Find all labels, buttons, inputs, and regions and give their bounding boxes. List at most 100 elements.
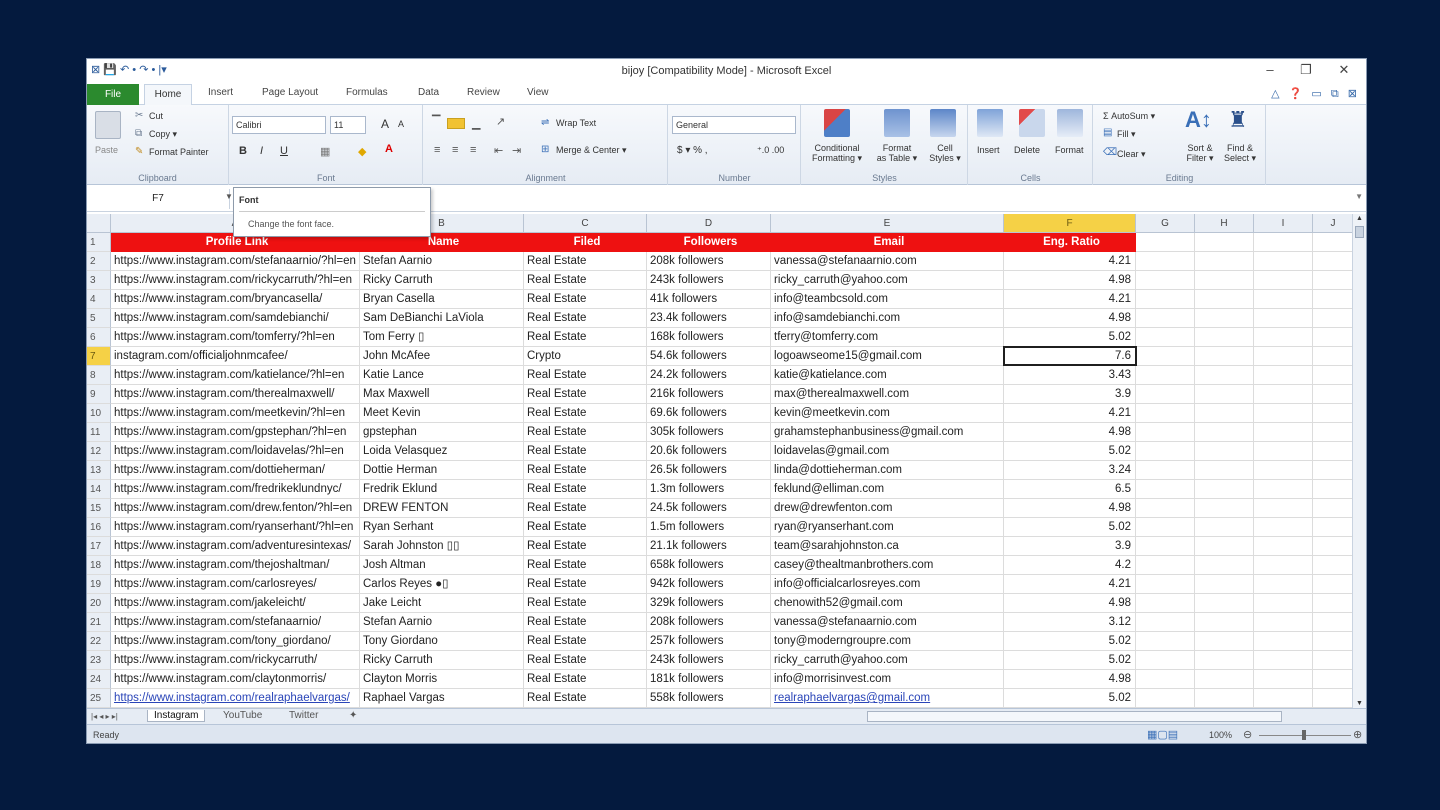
empty-cell[interactable] xyxy=(1313,575,1354,594)
cell-eng-ratio[interactable]: 4.21 xyxy=(1004,252,1136,271)
empty-cell[interactable] xyxy=(1313,328,1354,347)
format-as-table-button[interactable]: Format as Table ▾ xyxy=(870,143,924,163)
cell-eng-ratio[interactable]: 5.02 xyxy=(1004,518,1136,537)
scroll-down-icon[interactable]: ▼ xyxy=(1356,700,1363,707)
cell-email[interactable]: ricky_carruth@yahoo.com xyxy=(771,651,1004,670)
cell-filed[interactable]: Real Estate xyxy=(524,404,647,423)
cell-eng-ratio[interactable]: 4.98 xyxy=(1004,670,1136,689)
cell-filed[interactable]: Real Estate xyxy=(524,594,647,613)
scroll-up-icon[interactable]: ▲ xyxy=(1356,215,1363,222)
cell-eng-ratio[interactable]: 3.9 xyxy=(1004,537,1136,556)
align-bottom-icon[interactable]: ▁ xyxy=(472,117,480,130)
cell-filed[interactable]: Real Estate xyxy=(524,670,647,689)
cell-email[interactable]: info@teambcsold.com xyxy=(771,290,1004,309)
cell-name[interactable]: Sam DeBianchi LaViola xyxy=(360,309,524,328)
cell-filed[interactable]: Real Estate xyxy=(524,385,647,404)
empty-cell[interactable] xyxy=(1195,613,1254,632)
cell-profile-link[interactable]: https://www.instagram.com/gpstephan/?hl=… xyxy=(111,423,360,442)
row-number[interactable]: 23 xyxy=(87,651,111,670)
help-and-window-icons[interactable]: △ ❓ ▭ ⧉ ⊠ xyxy=(1271,87,1360,101)
zoom-level[interactable]: 100% xyxy=(1209,730,1232,740)
empty-cell[interactable] xyxy=(1254,366,1313,385)
formula-input[interactable] xyxy=(432,189,1350,209)
cell-followers[interactable]: 329k followers xyxy=(647,594,771,613)
cell-email[interactable]: info@officialcarlosreyes.com xyxy=(771,575,1004,594)
column-header-f[interactable]: F xyxy=(1004,214,1136,233)
cell-followers[interactable]: 21.1k followers xyxy=(647,537,771,556)
grow-font-button[interactable]: A xyxy=(381,117,389,131)
cell-name[interactable]: Ricky Carruth xyxy=(360,271,524,290)
expand-formula-bar-icon[interactable]: ▼ xyxy=(1355,192,1363,201)
cell-eng-ratio[interactable]: 3.24 xyxy=(1004,461,1136,480)
cell-eng-ratio[interactable]: 5.02 xyxy=(1004,689,1136,708)
row-number[interactable]: 20 xyxy=(87,594,111,613)
empty-cell[interactable] xyxy=(1254,328,1313,347)
empty-cell[interactable] xyxy=(1136,328,1195,347)
empty-cell[interactable] xyxy=(1195,594,1254,613)
cell-eng-ratio[interactable]: 4.2 xyxy=(1004,556,1136,575)
empty-cell[interactable] xyxy=(1136,309,1195,328)
cell-email[interactable]: vanessa@stefanaarnio.com xyxy=(771,613,1004,632)
cell-profile-link[interactable]: https://www.instagram.com/dottieherman/ xyxy=(111,461,360,480)
cell-profile-link[interactable]: https://www.instagram.com/tomferry/?hl=e… xyxy=(111,328,360,347)
empty-cell[interactable] xyxy=(1254,537,1313,556)
cell-name[interactable]: Stefan Aarnio xyxy=(360,252,524,271)
row-number[interactable]: 5 xyxy=(87,309,111,328)
empty-cell[interactable] xyxy=(1136,366,1195,385)
cell-profile-link[interactable]: https://www.instagram.com/jakeleicht/ xyxy=(111,594,360,613)
empty-cell[interactable] xyxy=(1254,594,1313,613)
empty-cell[interactable] xyxy=(1136,575,1195,594)
tab-formulas[interactable]: Formulas xyxy=(346,87,388,98)
empty-cell[interactable] xyxy=(1313,499,1354,518)
empty-cell[interactable] xyxy=(1136,499,1195,518)
empty-cell[interactable] xyxy=(1313,252,1354,271)
empty-cell[interactable] xyxy=(1136,290,1195,309)
empty-cell[interactable] xyxy=(1195,271,1254,290)
empty-cell[interactable] xyxy=(1313,423,1354,442)
empty-cell[interactable] xyxy=(1313,632,1354,651)
fill-color-icon[interactable]: ◆ xyxy=(358,145,366,158)
row-number[interactable]: 25 xyxy=(87,689,111,708)
row-number[interactable]: 11 xyxy=(87,423,111,442)
empty-cell[interactable] xyxy=(1195,480,1254,499)
cell-followers[interactable]: 658k followers xyxy=(647,556,771,575)
align-center-icon[interactable]: ≡ xyxy=(452,144,458,156)
zoom-out-icon[interactable]: ⊖ xyxy=(1243,728,1252,741)
decimal-buttons[interactable]: ⁺.0 .00 xyxy=(757,145,784,156)
cell-filed[interactable]: Real Estate xyxy=(524,613,647,632)
insert-button[interactable]: Insert xyxy=(977,145,1000,155)
empty-cell[interactable] xyxy=(1195,252,1254,271)
empty-cell[interactable] xyxy=(1195,518,1254,537)
empty-cell[interactable] xyxy=(1136,442,1195,461)
empty-cell[interactable] xyxy=(1313,670,1354,689)
empty-cell[interactable] xyxy=(1136,613,1195,632)
cell-filed[interactable]: Real Estate xyxy=(524,328,647,347)
empty-cell[interactable] xyxy=(1313,651,1354,670)
empty-cell[interactable] xyxy=(1195,651,1254,670)
cell-filed[interactable]: Real Estate xyxy=(524,575,647,594)
empty-cell[interactable] xyxy=(1254,480,1313,499)
align-middle-icon[interactable] xyxy=(447,118,465,129)
empty-cell[interactable] xyxy=(1136,252,1195,271)
cell-name[interactable]: Josh Altman xyxy=(360,556,524,575)
cell-email[interactable]: tony@moderngroupre.com xyxy=(771,632,1004,651)
cell-email[interactable]: tferry@tomferry.com xyxy=(771,328,1004,347)
empty-cell[interactable] xyxy=(1313,233,1354,252)
cell-profile-link[interactable]: https://www.instagram.com/stefanaarnio/ xyxy=(111,613,360,632)
name-box-dropdown-icon[interactable]: ▼ xyxy=(225,192,233,201)
cell-styles-button[interactable]: Cell Styles ▾ xyxy=(924,143,966,163)
cell-filed[interactable]: Crypto xyxy=(524,347,647,366)
header-eng-ratio[interactable]: Eng. Ratio xyxy=(1004,233,1136,252)
empty-cell[interactable] xyxy=(1195,423,1254,442)
row-number[interactable]: 9 xyxy=(87,385,111,404)
tab-home[interactable]: Home xyxy=(144,84,192,106)
cell-email[interactable]: katie@katielance.com xyxy=(771,366,1004,385)
conditional-formatting-icon[interactable] xyxy=(824,109,850,137)
cell-name[interactable]: Jake Leicht xyxy=(360,594,524,613)
empty-cell[interactable] xyxy=(1195,366,1254,385)
align-right-icon[interactable]: ≡ xyxy=(470,144,476,156)
empty-cell[interactable] xyxy=(1136,385,1195,404)
cell-filed[interactable]: Real Estate xyxy=(524,480,647,499)
cell-email[interactable]: ricky_carruth@yahoo.com xyxy=(771,271,1004,290)
cell-followers[interactable]: 1.3m followers xyxy=(647,480,771,499)
